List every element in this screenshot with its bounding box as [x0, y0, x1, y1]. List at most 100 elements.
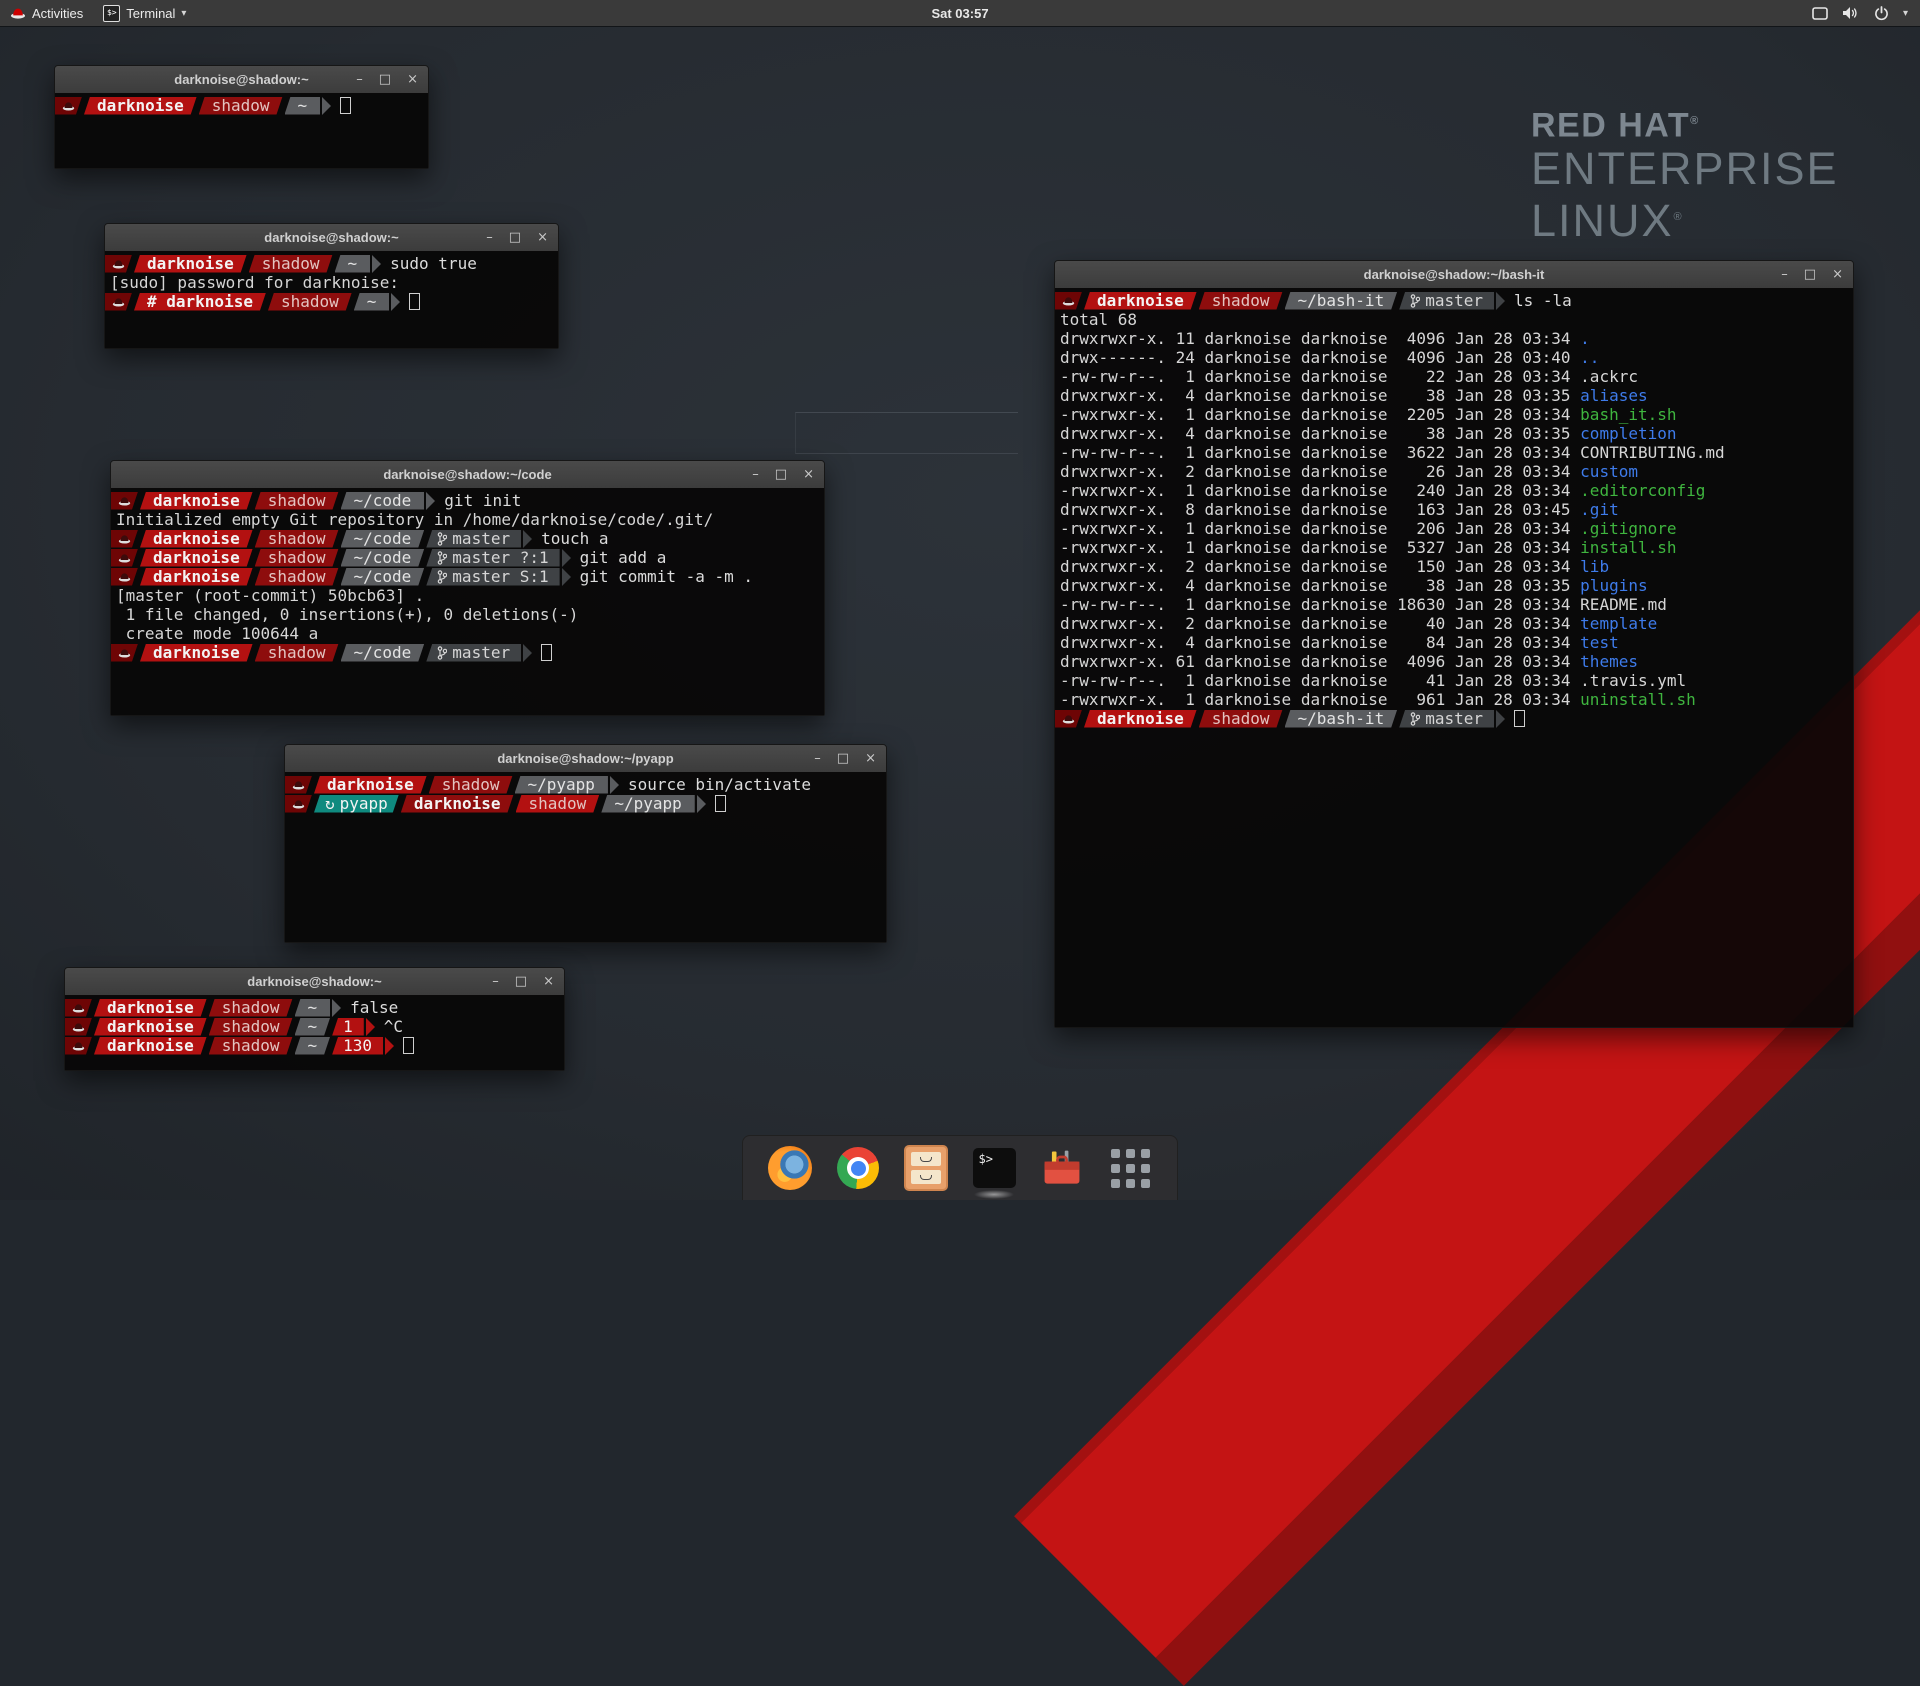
volume-icon[interactable]: [1842, 6, 1860, 20]
output-text: .travis.yml: [1580, 671, 1686, 690]
prompt-segment-path: ~/code: [341, 568, 425, 586]
output-text: total 68: [1060, 310, 1137, 329]
prompt-segment-user: darknoise: [94, 1018, 207, 1036]
terminal-content[interactable]: darknoiseshadow~/bash-itmasterls -latota…: [1055, 288, 1853, 1027]
window-titlebar[interactable]: darknoise@shadow:~/code –□×: [111, 461, 824, 489]
prompt-os-icon-segment: [111, 530, 138, 548]
prompt-segment-user: darknoise: [1084, 710, 1197, 728]
redhat-prompt-icon: [1062, 714, 1075, 724]
activities-button[interactable]: Activities: [0, 0, 93, 26]
window-titlebar[interactable]: darknoise@shadow:~ –□×: [65, 968, 564, 996]
prompt-segment-path: ~/pyapp: [515, 776, 608, 794]
output-text: 1 file changed, 0 insertions(+), 0 delet…: [116, 605, 578, 624]
filename-blue: custom: [1580, 462, 1638, 481]
prompt-line: darknoiseshadow~1^C: [65, 1017, 564, 1036]
minimize-button[interactable]: –: [492, 975, 499, 988]
prompt-segment-git: master: [1399, 292, 1494, 310]
prompt-line: darknoiseshadow~: [55, 96, 428, 115]
window-controls: – □ ×: [356, 66, 418, 93]
prompt-arrow-cap: [322, 97, 331, 115]
command-text: git init: [444, 491, 521, 510]
close-button[interactable]: ×: [1832, 268, 1843, 281]
redhat-prompt-icon: [118, 572, 131, 582]
prompt-segment-path: ~/bash-it: [1285, 292, 1398, 310]
window-title: darknoise@shadow:~/pyapp: [497, 751, 673, 766]
window-titlebar[interactable]: darknoise@shadow:~ –□×: [105, 224, 558, 252]
output-line: drwxrwxr-x. 2 darknoise darknoise 150 Ja…: [1055, 557, 1853, 576]
close-button[interactable]: ×: [407, 73, 418, 86]
maximize-button[interactable]: □: [379, 73, 391, 86]
terminal-content[interactable]: darknoiseshadow~: [55, 93, 428, 168]
prompt-arrow-cap: [426, 492, 435, 510]
window-titlebar[interactable]: darknoise@shadow:~/bash-it –□×: [1055, 261, 1853, 289]
firefox-icon[interactable]: [767, 1145, 813, 1191]
output-text: Initialized empty Git repository in /hom…: [116, 510, 713, 529]
maximize-button[interactable]: □: [837, 752, 849, 765]
window-titlebar[interactable]: darknoise@shadow:~/pyapp – □ ×: [285, 745, 886, 773]
output-text: create mode 100644 a: [116, 624, 318, 643]
prompt-segment-host: shadow: [255, 549, 339, 567]
power-icon[interactable]: [1874, 6, 1889, 21]
terminal-content[interactable]: darknoiseshadow~/pyappsource bin/activat…: [285, 772, 886, 942]
output-line: drwxrwxr-x. 4 darknoise darknoise 84 Jan…: [1055, 633, 1853, 652]
terminal-cursor: [409, 293, 420, 310]
filename-blue: .: [1580, 329, 1590, 348]
files-icon[interactable]: [903, 1145, 949, 1191]
output-line: drwxrwxr-x. 61 darknoise darknoise 4096 …: [1055, 652, 1853, 671]
close-button[interactable]: ×: [543, 975, 554, 988]
window-controls: – □ ×: [752, 461, 814, 488]
terminal-content[interactable]: darknoiseshadow~falsedarknoiseshadow~1^C…: [65, 995, 564, 1070]
redhat-prompt-icon: [292, 780, 305, 790]
maximize-button[interactable]: □: [1804, 268, 1816, 281]
app-menu-terminal[interactable]: $> Terminal ▾: [93, 0, 196, 26]
output-text: drwxrwxr-x. 4 darknoise darknoise 84 Jan…: [1060, 633, 1580, 652]
redhat-prompt-icon: [112, 259, 125, 269]
redhat-prompt-icon: [72, 1022, 85, 1032]
chevron-down-icon[interactable]: ▾: [1903, 8, 1908, 19]
terminal-window-home-small: darknoise@shadow:~ –□× darknoiseshadow~: [54, 65, 429, 169]
output-text: -rw-rw-r--. 1 darknoise darknoise 18630 …: [1060, 595, 1580, 614]
prompt-line: darknoiseshadow~/codegit init: [111, 491, 824, 510]
prompt-segment-path: ~: [295, 1018, 331, 1036]
minimize-button[interactable]: –: [356, 73, 363, 86]
close-button[interactable]: ×: [803, 468, 814, 481]
prompt-segment-host: shadow: [429, 776, 513, 794]
close-button[interactable]: ×: [865, 752, 876, 765]
prompt-segment-host: shadow: [255, 530, 339, 548]
output-text: drwxrwxr-x. 2 darknoise darknoise 26 Jan…: [1060, 462, 1580, 481]
prompt-segment-user: darknoise: [314, 776, 427, 794]
redhat-prompt-icon: [62, 101, 75, 111]
display-icon[interactable]: [1812, 7, 1828, 20]
git-branch-icon: [437, 532, 447, 546]
output-text: drwxrwxr-x. 2 darknoise darknoise 150 Ja…: [1060, 557, 1580, 576]
prompt-os-icon-segment: [285, 776, 312, 794]
minimize-button[interactable]: –: [486, 231, 493, 244]
prompt-os-icon-segment: [111, 492, 138, 510]
close-button[interactable]: ×: [537, 231, 548, 244]
terminal-icon[interactable]: $>: [971, 1145, 1017, 1191]
output-text: drwxrwxr-x. 2 darknoise darknoise 40 Jan…: [1060, 614, 1580, 633]
git-branch-icon: [1410, 712, 1420, 726]
prompt-segment-host: shadow: [209, 999, 293, 1017]
prompt-segment-host: shadow: [516, 795, 600, 813]
prompt-segment-path: ~/code: [341, 530, 425, 548]
terminal-cursor: [340, 97, 351, 114]
wallpaper-band-decoration: [795, 412, 1018, 454]
output-text: -rwxrwxr-x. 1 darknoise darknoise 2205 J…: [1060, 405, 1580, 424]
rhel-branding: RED HAT® ENTERPRISE LINUX®: [1531, 102, 1839, 245]
terminal-content[interactable]: darknoiseshadow~sudo true[sudo] password…: [105, 251, 558, 348]
minimize-button[interactable]: –: [814, 752, 821, 765]
window-titlebar[interactable]: darknoise@shadow:~ –□×: [55, 66, 428, 94]
maximize-button[interactable]: □: [515, 975, 527, 988]
minimize-button[interactable]: –: [752, 468, 759, 481]
prompt-line: darknoiseshadow~/bash-itmasterls -la: [1055, 291, 1853, 310]
terminal-content[interactable]: darknoiseshadow~/codegit initInitialized…: [111, 488, 824, 715]
minimize-button[interactable]: –: [1781, 268, 1788, 281]
toolbox-icon[interactable]: [1039, 1145, 1085, 1191]
app-grid-icon[interactable]: [1107, 1145, 1153, 1191]
output-text: -rwxrwxr-x. 1 darknoise darknoise 961 Ja…: [1060, 690, 1580, 709]
maximize-button[interactable]: □: [775, 468, 787, 481]
clock[interactable]: Sat 03:57: [931, 6, 988, 21]
maximize-button[interactable]: □: [509, 231, 521, 244]
chrome-icon[interactable]: [835, 1145, 881, 1191]
